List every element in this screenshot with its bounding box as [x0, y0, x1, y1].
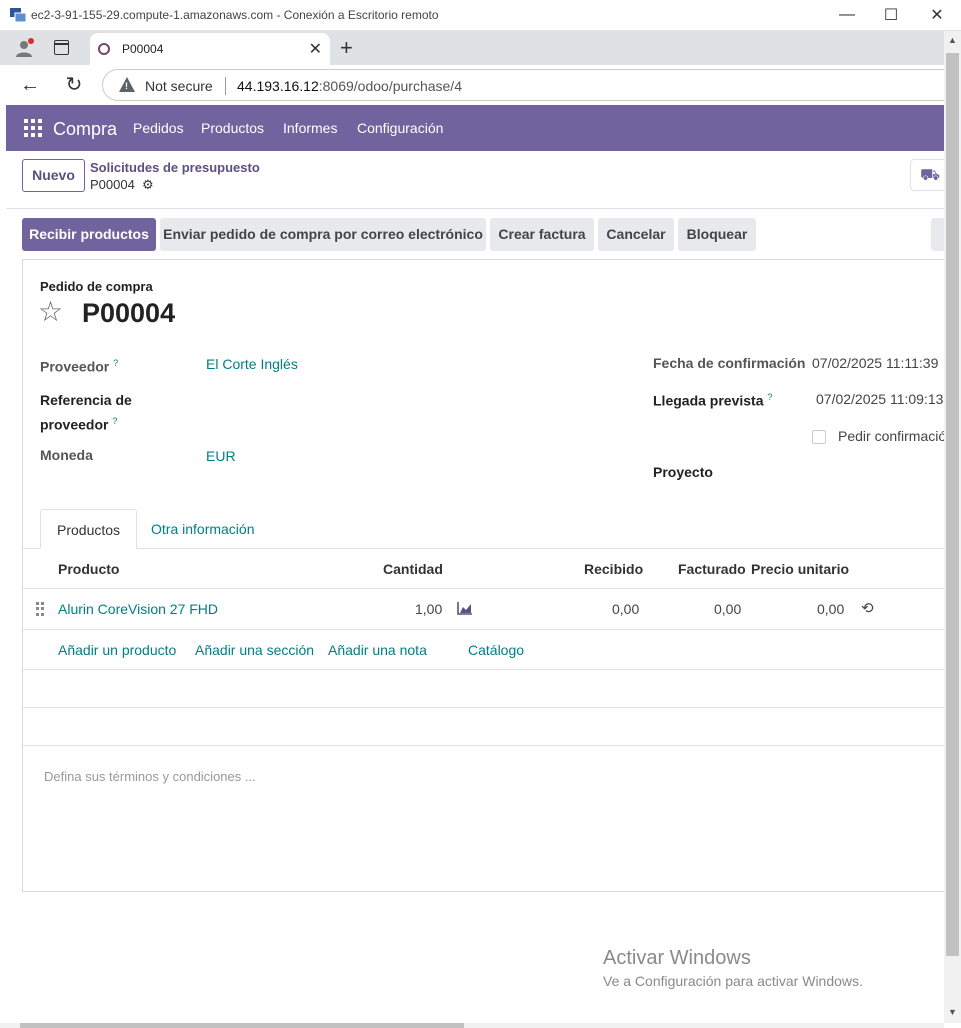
- column-header-received[interactable]: Recibido: [584, 561, 643, 577]
- confirm-date-field[interactable]: 07/02/2025 11:11:39: [812, 355, 938, 371]
- status-bar: Recibir productos Enviar pedido de compr…: [6, 209, 944, 259]
- scroll-down-icon[interactable]: ▼: [948, 1007, 957, 1017]
- add-product-link[interactable]: Añadir un producto: [58, 642, 176, 658]
- add-note-link[interactable]: Añadir una nota: [328, 642, 427, 658]
- activation-watermark-text: Ve a Configuración para activar Windows.: [603, 973, 863, 989]
- drag-handle-icon[interactable]: [36, 602, 44, 616]
- window-title: ec2-3-91-155-29.compute-1.amazonaws.com …: [31, 8, 439, 22]
- ask-confirmation-checkbox[interactable]: [812, 430, 826, 444]
- currency-field[interactable]: EUR: [206, 448, 236, 464]
- horizontal-scrollbar[interactable]: [0, 1023, 944, 1028]
- profile-icon[interactable]: [14, 38, 34, 58]
- lock-button[interactable]: Bloquear: [678, 218, 756, 251]
- confirm-date-label: Fecha de confirmación: [653, 355, 806, 371]
- terms-field[interactable]: Defina sus términos y condiciones ...: [44, 769, 256, 784]
- new-tab-icon[interactable]: +: [340, 35, 353, 61]
- vendor-ref-label: Referencia de proveedor ?: [40, 392, 132, 433]
- menu-productos[interactable]: Productos: [201, 120, 264, 136]
- tab-otra-informacion[interactable]: Otra información: [135, 509, 270, 549]
- url-omnibox[interactable]: ! Not secure 44.193.16.12:8069/odoo/purc…: [102, 69, 961, 101]
- app-name[interactable]: Compra: [53, 119, 117, 140]
- add-section-link[interactable]: Añadir una sección: [195, 642, 314, 658]
- vertical-scrollbar[interactable]: ▲ ▼: [944, 31, 961, 1023]
- breadcrumb-parent[interactable]: Solicitudes de presupuesto: [90, 160, 260, 175]
- remote-desktop-icon: [10, 8, 26, 22]
- line-quantity[interactable]: 1,00: [415, 601, 442, 617]
- line-received: 0,00: [612, 601, 640, 617]
- add-line-row: Añadir un producto Añadir una sección Añ…: [23, 630, 944, 670]
- menu-informes[interactable]: Informes: [283, 120, 337, 136]
- project-label: Proyecto: [653, 464, 713, 480]
- apps-menu-icon[interactable]: [24, 119, 42, 137]
- browser-tab-strip: P00004 ✕ +: [0, 31, 961, 65]
- menu-pedidos[interactable]: Pedidos: [133, 120, 184, 136]
- history-icon[interactable]: ⟲: [861, 599, 874, 617]
- maximize-icon[interactable]: ☐: [869, 4, 913, 26]
- address-bar: ← ↻ ! Not secure 44.193.16.12:8069/odoo/…: [0, 65, 961, 105]
- odoo-navbar: Compra Pedidos Productos Informes Config…: [6, 105, 944, 151]
- security-status[interactable]: Not secure: [145, 78, 213, 94]
- breadcrumb-current: P00004: [90, 177, 135, 192]
- column-header-product[interactable]: Producto: [58, 561, 119, 577]
- new-button[interactable]: Nuevo: [22, 159, 85, 192]
- expected-arrival-field[interactable]: 07/02/2025 11:09:13: [816, 391, 943, 407]
- receive-products-button[interactable]: Recibir productos: [22, 218, 156, 251]
- line-unit-price[interactable]: 0,00: [817, 601, 844, 617]
- truck-icon: ⛟: [920, 167, 941, 184]
- vendor-ref-field[interactable]: [206, 399, 586, 419]
- column-header-invoiced[interactable]: Facturado: [678, 561, 746, 577]
- line-invoiced: 0,00: [714, 601, 742, 617]
- empty-row: [23, 670, 944, 708]
- table-row[interactable]: Alurin CoreVision 27 FHD 1,00 0,00 0,00 …: [23, 589, 944, 630]
- window-title-bar: ec2-3-91-155-29.compute-1.amazonaws.com …: [0, 0, 961, 31]
- receipts-smart-button[interactable]: ⛟: [910, 159, 944, 191]
- catalog-link[interactable]: Catálogo: [468, 642, 524, 658]
- reload-icon[interactable]: ↻: [62, 73, 86, 97]
- control-panel: Nuevo Solicitudes de presupuesto P00004 …: [6, 151, 944, 209]
- close-icon[interactable]: ✕: [915, 4, 959, 26]
- help-icon[interactable]: ?: [112, 416, 117, 426]
- help-icon[interactable]: ?: [113, 358, 118, 368]
- expected-arrival-label: Llegada prevista ?: [653, 392, 773, 409]
- minimize-icon[interactable]: —: [825, 4, 869, 26]
- activation-watermark-title: Activar Windows: [603, 947, 751, 969]
- help-icon[interactable]: ?: [767, 392, 772, 402]
- vendor-label: Proveedor ?: [40, 358, 119, 375]
- send-po-email-button[interactable]: Enviar pedido de compra por correo elect…: [160, 218, 486, 251]
- horizontal-scroll-thumb[interactable]: [20, 1023, 464, 1028]
- vendor-field[interactable]: El Corte Inglés: [206, 356, 298, 372]
- star-icon[interactable]: ☆: [38, 295, 63, 328]
- browser-tab-active[interactable]: P00004 ✕: [90, 33, 330, 65]
- browser-tab-title: P00004: [122, 42, 164, 56]
- scroll-up-icon[interactable]: ▲: [948, 35, 957, 45]
- form-kind-label: Pedido de compra: [40, 279, 153, 294]
- vertical-scroll-thumb[interactable]: [946, 53, 959, 956]
- odoo-favicon-icon: [98, 43, 110, 55]
- page-title: P00004: [82, 298, 176, 328]
- back-arrow-icon[interactable]: ←: [18, 73, 42, 97]
- forecast-chart-icon[interactable]: [457, 601, 473, 615]
- omnibox-separator: [225, 77, 226, 95]
- menu-configuracion[interactable]: Configuración: [357, 120, 443, 136]
- form-sheet: Pedido de compra ☆ P00004 Proveedor ? El…: [22, 259, 944, 892]
- column-header-quantity[interactable]: Cantidad: [383, 561, 443, 577]
- gear-icon[interactable]: ⚙: [142, 177, 154, 193]
- currency-label: Moneda: [40, 447, 93, 463]
- line-product[interactable]: Alurin CoreVision 27 FHD: [58, 601, 218, 617]
- tab-search-icon[interactable]: [54, 40, 69, 55]
- status-overflow[interactable]: [931, 218, 944, 251]
- tab-productos[interactable]: Productos: [40, 509, 138, 549]
- ask-confirmation-label: Pedir confirmació: [838, 428, 944, 444]
- column-header-unit-price[interactable]: Precio unitario: [751, 561, 849, 577]
- web-viewport: Compra Pedidos Productos Informes Config…: [6, 105, 944, 1023]
- notebook-tabs: Productos Otra información: [23, 509, 944, 549]
- cancel-button[interactable]: Cancelar: [598, 218, 674, 251]
- create-invoice-button[interactable]: Crear factura: [490, 218, 594, 251]
- order-lines-header: Producto Cantidad Recibido Facturado Pre…: [23, 549, 944, 589]
- tab-close-icon[interactable]: ✕: [309, 39, 322, 59]
- url-text[interactable]: 44.193.16.12:8069/odoo/purchase/4: [237, 78, 462, 94]
- empty-row: [23, 708, 944, 746]
